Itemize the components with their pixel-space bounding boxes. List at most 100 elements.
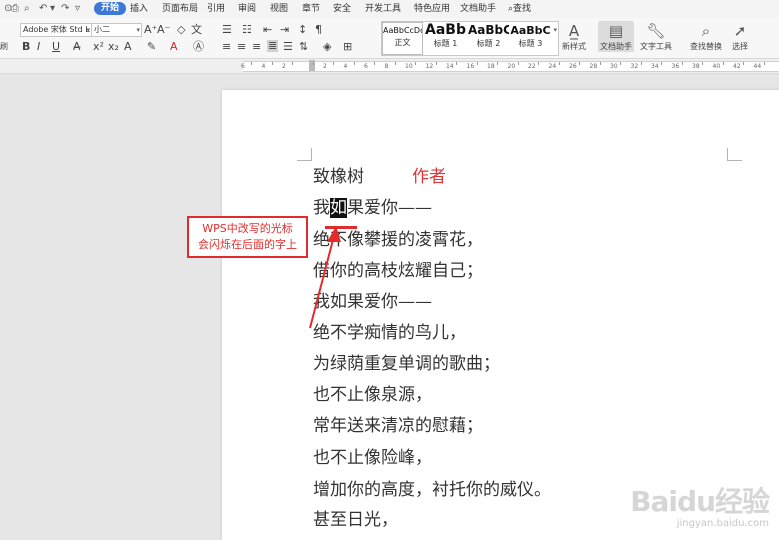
ruler-tick (661, 62, 662, 65)
tab-references[interactable]: 引用 (207, 3, 225, 15)
style-preview: AaBbC (468, 23, 509, 37)
overwrite-cursor: 如 (330, 198, 347, 218)
pinyin-icon[interactable]: 文 (191, 24, 202, 36)
ruler-tick (312, 62, 314, 65)
ruler-number: 8 (384, 63, 389, 70)
style-normal[interactable]: AaBbCcDd 正文 (382, 22, 423, 55)
ruler-tick (435, 62, 437, 65)
tab-page-layout[interactable]: 页面布局 (162, 3, 198, 15)
align-center-icon[interactable]: ≡ (237, 41, 246, 53)
align-right-icon[interactable]: ≡ (252, 41, 261, 53)
select-button[interactable]: ➚ 选择 (727, 21, 753, 52)
ruler-number: 42 (733, 63, 741, 70)
tab-insert[interactable]: 插入 (130, 3, 148, 15)
baidu-watermark: Baidu经验 jingyan.baidu.com (630, 480, 770, 529)
tab-doc-assistant[interactable]: 文档助手 (460, 3, 496, 15)
poem-line[interactable]: 也不止像泉源， (313, 385, 432, 405)
redo-icon[interactable]: ↷ (61, 3, 69, 15)
watermark-logo: Baidu经验 (630, 485, 770, 518)
chevron-down-icon: ▾ (136, 26, 140, 34)
annotation-callout: WPS中改写的光标 会闪烁在后面的字上 (187, 216, 308, 258)
poem-line[interactable]: 为绿荫重复单调的歌曲； (313, 354, 500, 374)
char-border-icon[interactable]: Ⓐ (193, 41, 204, 53)
annotation-line-1: WPS中改写的光标 (202, 222, 293, 235)
sort-icon[interactable]: ↕ (298, 24, 307, 36)
subscript-icon[interactable]: x₂ (108, 41, 119, 53)
font-color-icon[interactable]: A (170, 41, 178, 53)
tab-view[interactable]: 视图 (270, 3, 288, 15)
font-size-select[interactable]: 小二 ▾ (91, 23, 142, 37)
horizontal-ruler[interactable]: 6 4 2 2 4 6 8 10 12 14 16 18 20 22 24 26 28 30 32 34 36 38 40 4… (0, 59, 779, 74)
new-style-button[interactable]: A̲ 新样式 (558, 21, 590, 52)
poem-line[interactable]: 增加你的高度，衬托你的威仪。 (313, 480, 551, 500)
doc-assistant-button[interactable]: ▤ 文档助手 (598, 21, 634, 52)
char-shading-icon[interactable]: A (124, 41, 132, 53)
tab-section[interactable]: 章节 (302, 3, 320, 15)
wrench-icon: 🔧︎ (646, 22, 666, 40)
text-tools-button[interactable]: 🔧︎ 文字工具 (638, 21, 674, 52)
bullet-list-icon[interactable]: ☰ (222, 24, 232, 36)
shading-icon[interactable]: ◈ (323, 41, 331, 53)
style-heading-3[interactable]: AaBbC 标题 3 (510, 22, 551, 55)
format-painter-label[interactable]: 刷 (0, 41, 8, 53)
author-label[interactable]: 作者 (412, 167, 446, 187)
print-icon[interactable]: ⎙ (11, 3, 19, 15)
more-icon[interactable]: ▿ (75, 3, 80, 15)
ruler-number: 2 (323, 63, 327, 70)
style-heading-2[interactable]: AaBbC 标题 2 (468, 22, 509, 55)
clear-format-icon[interactable]: ◇ (177, 24, 185, 36)
font-name-select[interactable]: Adobe 宋体 Std L ▾ (20, 23, 92, 37)
ruler-tick (292, 62, 293, 65)
undo-icon[interactable]: ↶ (39, 3, 47, 15)
ruler-number: 34 (651, 63, 659, 70)
line-spacing-icon[interactable]: ⇅ (299, 41, 308, 53)
tab-review[interactable]: 审阅 (238, 3, 256, 15)
tab-home[interactable]: 开始 (94, 2, 127, 15)
ruler-tick (538, 62, 539, 65)
ruler-number: 32 (630, 63, 639, 70)
dropdown-icon[interactable]: ▾ (50, 3, 55, 15)
superscript-icon[interactable]: x² (93, 41, 104, 53)
italic-icon[interactable]: I (37, 41, 40, 53)
text-after-cursor: 果爱你—— (347, 198, 432, 218)
bold-icon[interactable]: B (22, 41, 30, 53)
ruler-number: 44 (753, 63, 762, 70)
outdent-icon[interactable]: ⇤ (263, 24, 272, 36)
distributed-icon[interactable]: ☰ (283, 41, 293, 53)
style-name: 标题 1 (433, 39, 458, 48)
grow-font-icon[interactable]: A⁺ (144, 24, 157, 36)
find-replace-button[interactable]: ⌕ 查找替换 (688, 21, 724, 52)
ruler-tick (702, 62, 703, 65)
tab-features[interactable]: 特色应用 (414, 3, 450, 15)
chevron-down-icon[interactable]: ▾ (553, 26, 557, 34)
search-menu[interactable]: ⌕查找 (508, 3, 531, 15)
ruler-tick (271, 62, 273, 65)
ruler-tick (415, 62, 416, 65)
align-left-icon[interactable]: ≡ (222, 41, 231, 53)
shrink-font-icon[interactable]: A⁻ (157, 24, 170, 36)
tab-developer[interactable]: 开发工具 (365, 3, 401, 15)
ruler-number: 2 (282, 63, 286, 70)
indent-icon[interactable]: ⇥ (280, 24, 289, 36)
text-before-cursor: 我 (313, 198, 330, 218)
poem-line[interactable]: 我如果爱你—— (313, 198, 432, 218)
underline-icon[interactable]: U (52, 41, 60, 53)
margin-corner-left (297, 148, 312, 161)
borders-icon[interactable]: ⊞ (343, 41, 352, 53)
menu-bar: ⊙ ⎙ ⌕ ↶ ▾ ↷ ▿ 开始 插入 页面布局 引用 审阅 视图 章节 安全 … (0, 0, 779, 18)
poem-line[interactable]: 常年送来清凉的慰藉； (313, 416, 483, 436)
style-heading-1[interactable]: AaBb 标题 1 (425, 22, 466, 55)
tab-security[interactable]: 安全 (333, 3, 351, 15)
justify-icon[interactable]: ≣ (267, 40, 279, 52)
show-marks-icon[interactable]: ¶ (315, 24, 322, 36)
poem-line[interactable]: 也不止像险峰， (313, 448, 432, 468)
style-name: 正文 (394, 38, 411, 47)
preview-icon[interactable]: ⌕ (24, 3, 30, 15)
number-list-icon[interactable]: ☷ (242, 24, 252, 36)
ruler-number: 40 (712, 63, 721, 70)
poem-line[interactable]: 甚至日光， (313, 510, 398, 530)
poem-title[interactable]: 致橡树 (313, 167, 364, 187)
highlight-icon[interactable]: ✎ (147, 41, 156, 53)
strikethrough-icon[interactable]: A̶ (73, 41, 81, 53)
ruler-number: 38 (692, 63, 700, 70)
